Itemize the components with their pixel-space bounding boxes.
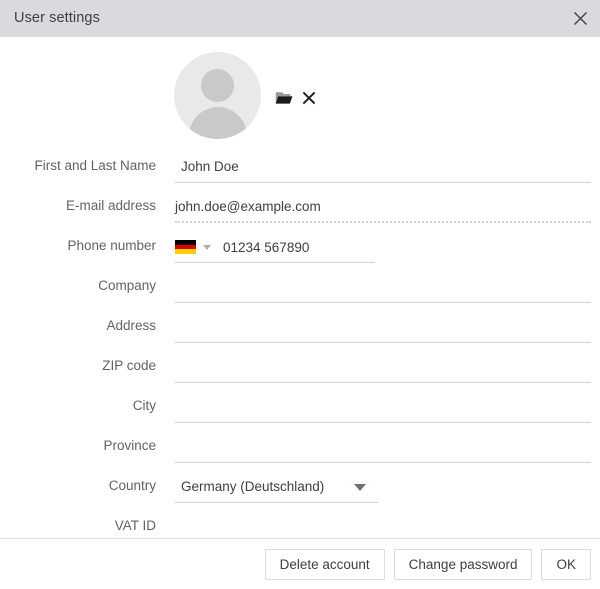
value-phone-number: 01234 567890 xyxy=(223,239,310,255)
avatar-body-shape xyxy=(188,107,247,139)
avatar-head-shape xyxy=(201,69,234,102)
field-row-company: Company xyxy=(0,273,600,313)
underline-zip-code xyxy=(175,382,591,383)
value-vat-id xyxy=(175,513,591,538)
germany-flag-icon[interactable] xyxy=(175,240,196,254)
label-vat-id: VAT ID xyxy=(114,518,156,533)
value-company xyxy=(175,273,591,301)
label-first-and-last-name: First and Last Name xyxy=(34,158,156,173)
field-row-country: Country Germany (Deutschland) xyxy=(0,473,600,513)
user-settings-form: First and Last Name John Doe E-mail addr… xyxy=(0,153,600,538)
input-phone-number[interactable]: 01234 567890 xyxy=(175,233,375,263)
input-address[interactable] xyxy=(175,313,591,343)
underline-email-address xyxy=(175,221,591,223)
label-company: Company xyxy=(98,278,156,293)
ok-button[interactable]: OK xyxy=(541,548,591,580)
underline-country xyxy=(175,502,378,503)
dialog-footer: Delete account Change password OK xyxy=(0,538,600,589)
label-email-address: E-mail address xyxy=(65,198,156,213)
select-country[interactable]: Germany (Deutschland) xyxy=(175,473,378,503)
change-password-button[interactable]: Change password xyxy=(393,548,533,580)
value-zip-code xyxy=(175,353,591,381)
input-zip-code[interactable] xyxy=(175,353,591,383)
underline-phone-number xyxy=(175,262,375,263)
input-first-and-last-name[interactable]: John Doe xyxy=(175,153,591,183)
underline-province xyxy=(175,462,591,463)
field-row-vat-id: VAT ID xyxy=(0,513,600,538)
field-row-first-and-last-name: First and Last Name John Doe xyxy=(0,153,600,193)
value-first-and-last-name: John Doe xyxy=(181,159,239,174)
value-city xyxy=(175,393,591,421)
avatar-actions xyxy=(275,90,316,106)
avatar[interactable] xyxy=(174,52,261,139)
label-zip-code: ZIP code xyxy=(102,358,156,373)
label-country: Country xyxy=(108,478,156,493)
dialog-titlebar: User settings xyxy=(0,0,600,37)
value-email-address: john.doe@example.com xyxy=(175,199,321,214)
phone-inner: 01234 567890 xyxy=(175,233,375,261)
field-row-province: Province xyxy=(0,433,600,473)
country-code-chevron-down-icon[interactable] xyxy=(203,244,211,250)
avatar-row xyxy=(0,37,600,139)
country-chevron-down-icon[interactable] xyxy=(354,483,366,491)
input-email-address: john.doe@example.com xyxy=(175,193,591,223)
remove-x-icon[interactable] xyxy=(302,91,316,105)
field-row-city: City xyxy=(0,393,600,433)
label-phone-number: Phone number xyxy=(67,238,156,253)
input-vat-id[interactable] xyxy=(175,513,591,538)
field-row-phone-number: Phone number 01234 567890 xyxy=(0,233,600,273)
underline-first-and-last-name xyxy=(175,182,591,183)
input-company[interactable] xyxy=(175,273,591,303)
value-province xyxy=(175,433,591,461)
country-inner: Germany (Deutschland) xyxy=(175,473,378,501)
field-row-address: Address xyxy=(0,313,600,353)
underline-city xyxy=(175,422,591,423)
input-city[interactable] xyxy=(175,393,591,423)
dialog-body: First and Last Name John Doe E-mail addr… xyxy=(0,37,600,538)
field-row-zip-code: ZIP code xyxy=(0,353,600,393)
value-country: Germany (Deutschland) xyxy=(181,479,325,494)
field-row-email-address: E-mail address john.doe@example.com xyxy=(0,193,600,233)
dialog-title: User settings xyxy=(14,10,100,27)
label-address: Address xyxy=(106,318,156,333)
value-address xyxy=(175,313,591,341)
label-province: Province xyxy=(103,438,156,453)
delete-account-button[interactable]: Delete account xyxy=(264,548,385,580)
input-province[interactable] xyxy=(175,433,591,463)
underline-company xyxy=(175,302,591,303)
folder-open-icon[interactable] xyxy=(275,90,293,106)
user-settings-dialog: User settings First and Last Name John D… xyxy=(0,0,600,589)
label-city: City xyxy=(132,398,156,413)
close-icon[interactable] xyxy=(560,0,600,37)
underline-address xyxy=(175,342,591,343)
